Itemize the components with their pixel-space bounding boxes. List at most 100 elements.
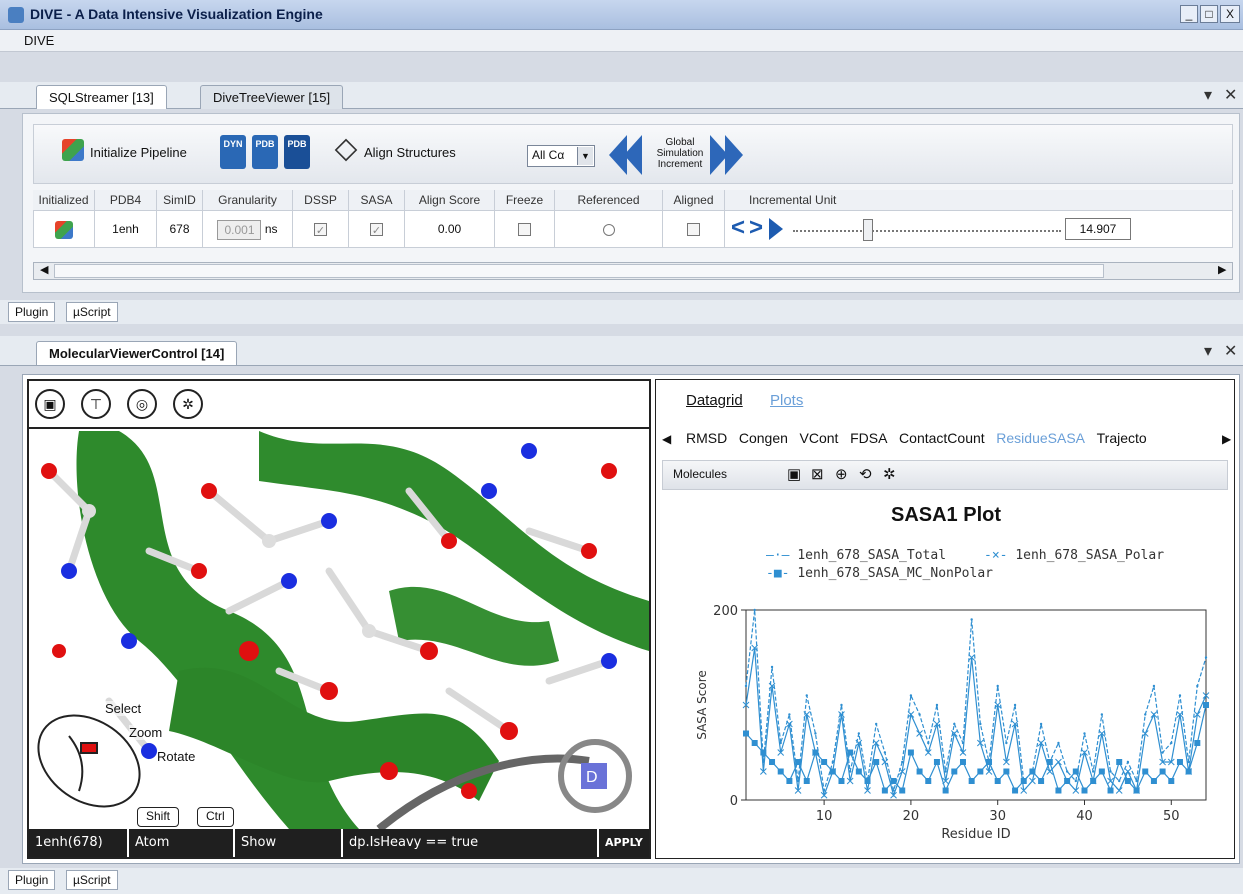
apply-button[interactable]: APPLY bbox=[599, 829, 649, 857]
col-header-align-score[interactable]: Align Score bbox=[405, 190, 495, 210]
menu-item-dive[interactable]: DIVE bbox=[24, 33, 54, 48]
legend-marker-total: —·— bbox=[766, 548, 790, 563]
plot-settings-gear-icon[interactable]: ✲ bbox=[883, 465, 896, 483]
data-point-total bbox=[1161, 751, 1164, 754]
global-simulation-increment-label: Global Simulation Increment bbox=[656, 137, 704, 170]
col-header-dssp[interactable]: DSSP bbox=[293, 190, 349, 210]
molecules-button[interactable]: Molecules bbox=[673, 467, 727, 481]
tab-vcont[interactable]: VCont bbox=[800, 430, 839, 446]
increment-slider-thumb[interactable] bbox=[862, 219, 873, 241]
data-point-total bbox=[1039, 722, 1043, 726]
col-header-initialized[interactable]: Initialized bbox=[33, 190, 95, 210]
pipeline-icon[interactable] bbox=[62, 139, 84, 161]
freeze-checkbox[interactable] bbox=[518, 223, 531, 237]
close-button[interactable]: X bbox=[1220, 5, 1240, 23]
data-point-mc-nonpolar bbox=[1150, 778, 1157, 784]
export-image-icon[interactable]: ▣ bbox=[787, 465, 801, 483]
ruler-icon[interactable]: ⊤ bbox=[81, 389, 111, 419]
col-header-pdb4[interactable]: PDB4 bbox=[95, 190, 157, 210]
step-back-icon[interactable]: < bbox=[731, 215, 745, 241]
tab-rmsd[interactable]: RMSD bbox=[686, 430, 727, 446]
play-icon[interactable] bbox=[769, 218, 783, 240]
excel-icon[interactable]: ⊠ bbox=[811, 465, 824, 483]
data-point-mc-nonpolar bbox=[907, 749, 914, 756]
scroll-right-icon[interactable]: ▶ bbox=[1218, 263, 1226, 276]
data-point-total bbox=[909, 694, 913, 697]
plots-link[interactable]: Plots bbox=[770, 392, 803, 409]
data-point-mc-nonpolar bbox=[1081, 787, 1088, 794]
granularity-input[interactable]: 0.001 bbox=[217, 219, 262, 240]
maximize-button[interactable]: □ bbox=[1200, 5, 1218, 23]
panel-close-icon-2[interactable]: ✕ bbox=[1224, 341, 1237, 361]
gsi-line-3: Increment bbox=[657, 159, 703, 170]
step-forward-icon[interactable]: > bbox=[749, 215, 763, 241]
increment-value-input[interactable]: 14.907 bbox=[1065, 218, 1131, 240]
molecule-scene[interactable]: D Select Zoom Rotate Shift Ctrl bbox=[29, 431, 649, 829]
data-point-total bbox=[1074, 779, 1078, 783]
tab-uscript[interactable]: µScript bbox=[66, 302, 118, 322]
align-structures-button[interactable]: Align Structures bbox=[364, 145, 456, 160]
molecular-viewer-panel: ▣ ⊤ ◎ ✲ D Select Zoom Rotate Shift Ctrl … bbox=[22, 374, 1240, 864]
tab-plugin-bottom[interactable]: Plugin bbox=[8, 870, 56, 890]
plot-panel: Datagrid Plots ◀ RMSD Congen VCont FDSA … bbox=[655, 379, 1235, 859]
panel-dropdown-icon[interactable]: ▾ bbox=[1204, 85, 1212, 105]
tab-congen[interactable]: Congen bbox=[739, 430, 788, 446]
data-point-mc-nonpolar bbox=[1098, 768, 1105, 775]
settings-gear-icon[interactable]: ✲ bbox=[173, 389, 203, 419]
referenced-radio[interactable] bbox=[602, 223, 615, 236]
initialize-pipeline-button[interactable]: Initialize Pipeline bbox=[90, 145, 187, 160]
scroll-thumb[interactable] bbox=[54, 264, 1104, 278]
tab-sqlstreamer[interactable]: SQLStreamer [13] bbox=[36, 85, 167, 109]
pdb-search-icon[interactable]: PDB bbox=[252, 135, 278, 169]
dssp-checkbox[interactable] bbox=[314, 223, 327, 237]
chevron-down-icon[interactable]: ▼ bbox=[577, 147, 593, 165]
tab-divetreeviewer[interactable]: DiveTreeViewer [15] bbox=[200, 85, 344, 109]
refresh-icon[interactable]: ⟲ bbox=[859, 465, 872, 483]
molecule-select[interactable]: 1enh(678) bbox=[29, 829, 129, 857]
globe-icon[interactable]: ⊕ bbox=[835, 465, 848, 483]
tab-trajecto[interactable]: Trajecto bbox=[1097, 430, 1147, 446]
streamer-bottom-tab-strip: Plugin µScript bbox=[0, 300, 1243, 324]
action-select[interactable]: Show bbox=[235, 829, 343, 857]
col-header-simid[interactable]: SimID bbox=[157, 190, 203, 210]
scope-select[interactable]: Atom bbox=[129, 829, 235, 857]
data-point-total bbox=[1083, 732, 1086, 735]
data-point-total bbox=[918, 713, 921, 716]
render-icon[interactable]: ◎ bbox=[127, 389, 157, 419]
cell-pdb4: 1enh bbox=[95, 210, 157, 248]
image-icon[interactable]: ▣ bbox=[35, 389, 65, 419]
col-header-freeze[interactable]: Freeze bbox=[495, 190, 555, 210]
pdb-file-icon[interactable]: PDB bbox=[284, 135, 310, 169]
col-header-referenced[interactable]: Referenced bbox=[555, 190, 663, 210]
panel-dropdown-icon-2[interactable]: ▾ bbox=[1204, 341, 1212, 361]
minimize-button[interactable]: _ bbox=[1180, 5, 1198, 23]
col-header-granularity[interactable]: Granularity bbox=[203, 190, 293, 210]
horizontal-scrollbar[interactable]: ◀ ▶ bbox=[33, 262, 1233, 280]
increment-slider-track[interactable] bbox=[793, 230, 1061, 232]
title-bar: DIVE - A Data Intensive Visualization En… bbox=[0, 0, 1243, 30]
dyn-load-icon[interactable]: DYN bbox=[220, 135, 246, 169]
tab-molecularviewercontrol[interactable]: MolecularViewerControl [14] bbox=[36, 341, 238, 365]
datagrid-link[interactable]: Datagrid bbox=[686, 392, 743, 409]
selection-expression-input[interactable]: dp.IsHeavy == true bbox=[343, 829, 599, 857]
cell-initialized[interactable] bbox=[33, 210, 95, 248]
data-point-polar bbox=[1115, 787, 1123, 794]
col-header-aligned[interactable]: Aligned bbox=[663, 190, 725, 210]
sasa-checkbox[interactable] bbox=[370, 223, 383, 237]
panel-close-icon[interactable]: ✕ bbox=[1224, 85, 1237, 105]
data-point-total bbox=[1196, 684, 1199, 688]
scroll-tabs-right-icon[interactable]: ▶ bbox=[1222, 432, 1231, 446]
col-header-incremental-unit[interactable]: Incremental Unit bbox=[725, 190, 1233, 210]
scroll-left-icon[interactable]: ◀ bbox=[40, 263, 48, 276]
col-header-sasa[interactable]: SASA bbox=[349, 190, 405, 210]
data-point-mc-nonpolar bbox=[1055, 787, 1062, 794]
tab-residuesasa[interactable]: ResidueSASA bbox=[996, 430, 1085, 446]
tab-plugin[interactable]: Plugin bbox=[8, 302, 56, 322]
tab-fdsa[interactable]: FDSA bbox=[850, 430, 887, 446]
aligned-checkbox[interactable] bbox=[687, 223, 700, 237]
sasa-chart: 10 20 30 40 50 0 200 Residue ID SASA Score bbox=[695, 604, 1210, 842]
tab-contactcount[interactable]: ContactCount bbox=[899, 430, 985, 446]
scroll-tabs-left-icon[interactable]: ◀ bbox=[662, 432, 671, 446]
data-point-total bbox=[935, 703, 939, 707]
tab-uscript-bottom[interactable]: µScript bbox=[66, 870, 118, 890]
